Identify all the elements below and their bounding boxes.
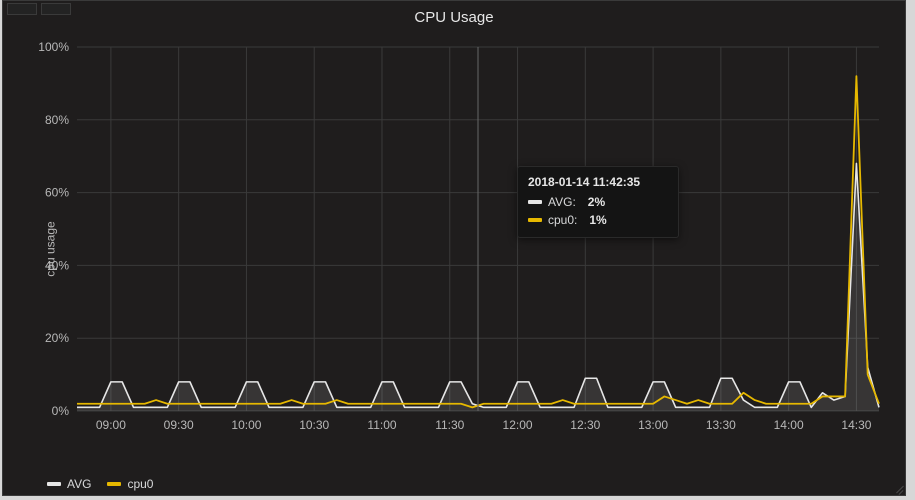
chart-panel: CPU Usage cpu usage 0%20%40%60%80%100%09… <box>2 0 906 496</box>
svg-text:09:30: 09:30 <box>164 418 194 432</box>
svg-text:14:30: 14:30 <box>841 418 871 432</box>
svg-text:13:00: 13:00 <box>638 418 668 432</box>
tooltip-timestamp: 2018-01-14 11:42:35 <box>528 175 668 189</box>
svg-text:11:00: 11:00 <box>367 418 396 432</box>
svg-text:10:30: 10:30 <box>299 418 329 432</box>
legend-item-avg[interactable]: AVG <box>47 477 91 491</box>
tooltip-row-avg: AVG: 2% <box>528 193 668 211</box>
tooltip-row-cpu0: cpu0: 1% <box>528 211 668 229</box>
svg-text:80%: 80% <box>45 113 69 127</box>
tooltip-series-value: 1% <box>589 211 606 229</box>
svg-text:60%: 60% <box>45 186 69 200</box>
svg-text:12:30: 12:30 <box>570 418 600 432</box>
hover-tooltip: 2018-01-14 11:42:35 AVG: 2% cpu0: 1% <box>517 166 679 238</box>
legend-swatch <box>107 482 121 486</box>
tooltip-swatch <box>528 200 542 204</box>
svg-text:0%: 0% <box>52 404 70 418</box>
tooltip-series-name: cpu0: <box>548 211 577 229</box>
mini-tab[interactable] <box>41 3 71 15</box>
svg-text:09:00: 09:00 <box>96 418 126 432</box>
svg-text:13:30: 13:30 <box>706 418 736 432</box>
legend-swatch <box>47 482 61 486</box>
tooltip-series-value: 2% <box>588 193 605 211</box>
svg-text:20%: 20% <box>45 331 69 345</box>
panel-mini-tabs <box>7 3 71 15</box>
plot-area[interactable]: cpu usage 0%20%40%60%80%100%09:0009:3010… <box>19 39 899 459</box>
mini-tab[interactable] <box>7 3 37 15</box>
y-axis-label: cpu usage <box>44 221 58 276</box>
legend: AVG cpu0 <box>47 477 153 491</box>
svg-text:12:00: 12:00 <box>503 418 533 432</box>
svg-text:14:00: 14:00 <box>774 418 804 432</box>
tooltip-series-name: AVG: <box>548 193 576 211</box>
svg-text:10:00: 10:00 <box>231 418 261 432</box>
panel-title: CPU Usage <box>3 1 905 30</box>
tooltip-swatch <box>528 218 542 222</box>
line-chart[interactable]: 0%20%40%60%80%100%09:0009:3010:0010:3011… <box>19 39 889 459</box>
legend-item-cpu0[interactable]: cpu0 <box>107 477 153 491</box>
resize-handle-icon[interactable] <box>893 483 903 493</box>
svg-text:100%: 100% <box>38 40 69 54</box>
legend-label: AVG <box>67 477 91 491</box>
legend-label: cpu0 <box>127 477 153 491</box>
svg-text:11:30: 11:30 <box>435 418 464 432</box>
